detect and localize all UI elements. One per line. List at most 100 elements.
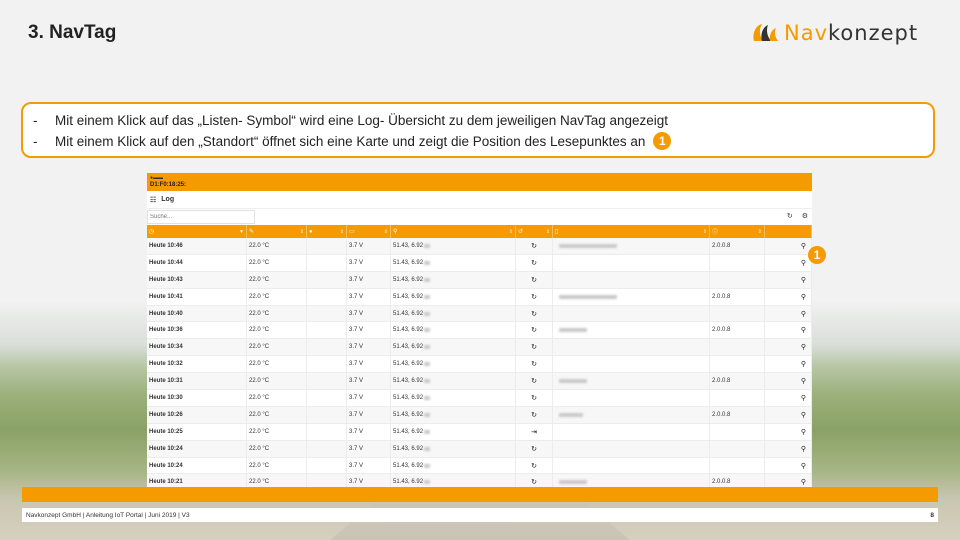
cell-temperature: 22.0 °C <box>247 440 307 457</box>
cell-light <box>307 339 347 356</box>
cell-info <box>553 457 710 474</box>
cell-temperature: 22.0 °C <box>247 457 307 474</box>
cell-firmware: 2.0.0.8 <box>710 238 765 254</box>
redacted-info <box>559 294 617 299</box>
cell-info <box>553 423 710 440</box>
device-header: ●▬▬ D1:F0:18:25: <box>147 173 812 191</box>
cell-map[interactable]: ⚲ <box>765 423 812 440</box>
table-row[interactable]: Heute 10:32 22.0 °C 3.7 V 51.43, 6.92 ↻ ⚲ <box>147 356 812 374</box>
location-pin-icon[interactable]: ⚲ <box>801 462 806 470</box>
cell-map[interactable]: ⚲ <box>765 390 812 406</box>
cell-time: Heute 10:36 <box>147 322 247 339</box>
cell-battery: 3.7 V <box>347 440 391 457</box>
location-pin-icon[interactable]: ⚲ <box>801 411 806 419</box>
search-input[interactable] <box>147 210 255 224</box>
cell-position: 51.43, 6.92 <box>391 322 516 339</box>
table-row[interactable]: Heute 10:30 22.0 °C 3.7 V 51.43, 6.92 ↻ ⚲ <box>147 390 812 407</box>
column-header-info[interactable]: ▯ ⇕ <box>553 225 710 238</box>
sort-icon: ⇕ <box>383 228 388 235</box>
location-pin-icon[interactable]: ⚲ <box>801 478 806 486</box>
cell-time: Heute 10:32 <box>147 356 247 373</box>
sync-status-icon: ↻ <box>531 259 537 267</box>
cell-light <box>307 305 347 322</box>
column-header-temperature[interactable]: ✎ ⇕ <box>247 225 307 238</box>
cell-info <box>553 373 710 390</box>
location-pin-icon[interactable]: ⚲ <box>801 293 806 301</box>
cell-battery: 3.7 V <box>347 373 391 390</box>
table-row[interactable]: Heute 10:40 22.0 °C 3.7 V 51.43, 6.92 ↻ ⚲ <box>147 305 812 323</box>
table-row[interactable]: Heute 10:31 22.0 °C 3.7 V 51.43, 6.92 ↻ 2.0.0… <box>147 373 812 391</box>
page-number: 8 <box>930 511 934 519</box>
cell-sync: ↻ <box>516 390 553 406</box>
cell-battery: 3.7 V <box>347 305 391 322</box>
cell-map[interactable]: ⚲ <box>765 440 812 457</box>
refresh-icon[interactable]: ↻ <box>787 212 793 220</box>
column-header-light[interactable]: ● ⇕ <box>307 225 347 238</box>
cell-map[interactable]: ⚲ <box>765 457 812 474</box>
cell-map[interactable]: ⚲ <box>765 288 812 305</box>
cell-map[interactable]: ⚲ <box>765 322 812 339</box>
column-header-time[interactable]: ◷ ▼ <box>147 225 247 238</box>
cell-position: 51.43, 6.92 <box>391 271 516 288</box>
callout-badge: 1 <box>653 132 672 150</box>
location-pin-icon[interactable]: ⚲ <box>801 310 806 318</box>
logo-mark-icon <box>753 24 778 41</box>
location-pin-icon[interactable]: ⚲ <box>801 360 806 368</box>
table-row[interactable]: Heute 10:24 22.0 °C 3.7 V 51.43, 6.92 ↻ ⚲ <box>147 440 812 458</box>
sync-status-icon: ↻ <box>531 344 537 352</box>
sort-icon: ⇕ <box>757 228 762 235</box>
table-row[interactable]: Heute 10:25 22.0 °C 3.7 V 51.43, 6.92 ⇥ ⚲ <box>147 423 812 441</box>
cell-light <box>307 457 347 474</box>
cell-info <box>553 356 710 373</box>
cell-map[interactable]: ⚲ <box>765 373 812 390</box>
location-pin-icon[interactable]: ⚲ <box>801 428 806 436</box>
location-pin-icon[interactable]: ⚲ <box>801 242 806 250</box>
cell-map[interactable]: ⚲ <box>765 356 812 373</box>
cell-map[interactable]: ⚲ <box>765 305 812 322</box>
location-pin-icon[interactable]: ⚲ <box>801 394 806 402</box>
cell-temperature: 22.0 °C <box>247 322 307 339</box>
battery-icon: ▭ <box>349 229 355 235</box>
location-pin-icon[interactable]: ⚲ <box>801 377 806 385</box>
table-row[interactable]: Heute 10:43 22.0 °C 3.7 V 51.43, 6.92 ↻ ⚲ <box>147 271 812 289</box>
redacted-coordinates <box>424 277 431 282</box>
table-row[interactable]: Heute 10:44 22.0 °C 3.7 V 51.43, 6.92 ↻ ⚲ <box>147 254 812 272</box>
cell-time: Heute 10:25 <box>147 423 247 440</box>
cell-temperature: 22.0 °C <box>247 406 307 423</box>
table-row[interactable]: Heute 10:41 22.0 °C 3.7 V 51.43, 6.92 ↻ 2.0.0… <box>147 288 812 306</box>
location-pin-icon[interactable]: ⚲ <box>801 445 806 453</box>
cell-map[interactable]: ⚲ <box>765 254 812 271</box>
cell-firmware <box>710 390 765 406</box>
column-header-sync[interactable]: ↺ ⇕ <box>516 225 553 238</box>
table-row[interactable]: Heute 10:26 22.0 °C 3.7 V 51.43, 6.92 ↻ 2.0.0… <box>147 406 812 424</box>
column-header-battery[interactable]: ▭ ⇕ <box>347 225 391 238</box>
location-pin-icon[interactable]: ⚲ <box>801 326 806 334</box>
sort-icon: ▼ <box>239 228 244 235</box>
cell-sync: ↻ <box>516 271 553 288</box>
cell-battery: 3.7 V <box>347 254 391 271</box>
location-pin-icon[interactable]: ⚲ <box>801 343 806 351</box>
settings-icon[interactable]: ⚙ <box>802 212 808 220</box>
cell-map[interactable]: ⚲ <box>765 339 812 356</box>
sort-icon: ⇕ <box>299 228 304 235</box>
sync-status-icon: ↻ <box>531 310 537 318</box>
table-row[interactable]: Heute 10:36 22.0 °C 3.7 V 51.43, 6.92 ↻ 2.0.0… <box>147 322 812 340</box>
sync-status-icon: ↻ <box>531 378 537 386</box>
cell-firmware <box>710 254 765 271</box>
instruction-text-1: Mit einem Klick auf das „Listen- Symbol“… <box>55 113 669 128</box>
cell-map[interactable]: ⚲ <box>765 238 812 254</box>
cell-time: Heute 10:41 <box>147 288 247 305</box>
column-header-firmware[interactable]: ⓘ ⇕ <box>710 225 765 238</box>
column-header-position[interactable]: ⚲ ⇕ <box>391 225 516 238</box>
location-pin-icon[interactable]: ⚲ <box>801 276 806 284</box>
table-row[interactable]: Heute 10:34 22.0 °C 3.7 V 51.43, 6.92 ↻ ⚲ <box>147 339 812 357</box>
location-pin-icon[interactable]: ⚲ <box>801 259 806 267</box>
footer-text: Navkonzept GmbH | Anleitung IoT Portal |… <box>26 511 190 519</box>
cell-map[interactable]: ⚲ <box>765 271 812 288</box>
cell-firmware: 2.0.0.8 <box>710 322 765 339</box>
tag-icon: ●▬▬ <box>150 175 164 181</box>
table-row[interactable]: Heute 10:24 22.0 °C 3.7 V 51.43, 6.92 ↻ ⚲ <box>147 457 812 475</box>
cell-firmware <box>710 305 765 322</box>
table-row[interactable]: Heute 10:46 22.0 °C 3.7 V 51.43, 6.92 ↻ 2.0.0… <box>147 238 812 255</box>
cell-map[interactable]: ⚲ <box>765 406 812 423</box>
